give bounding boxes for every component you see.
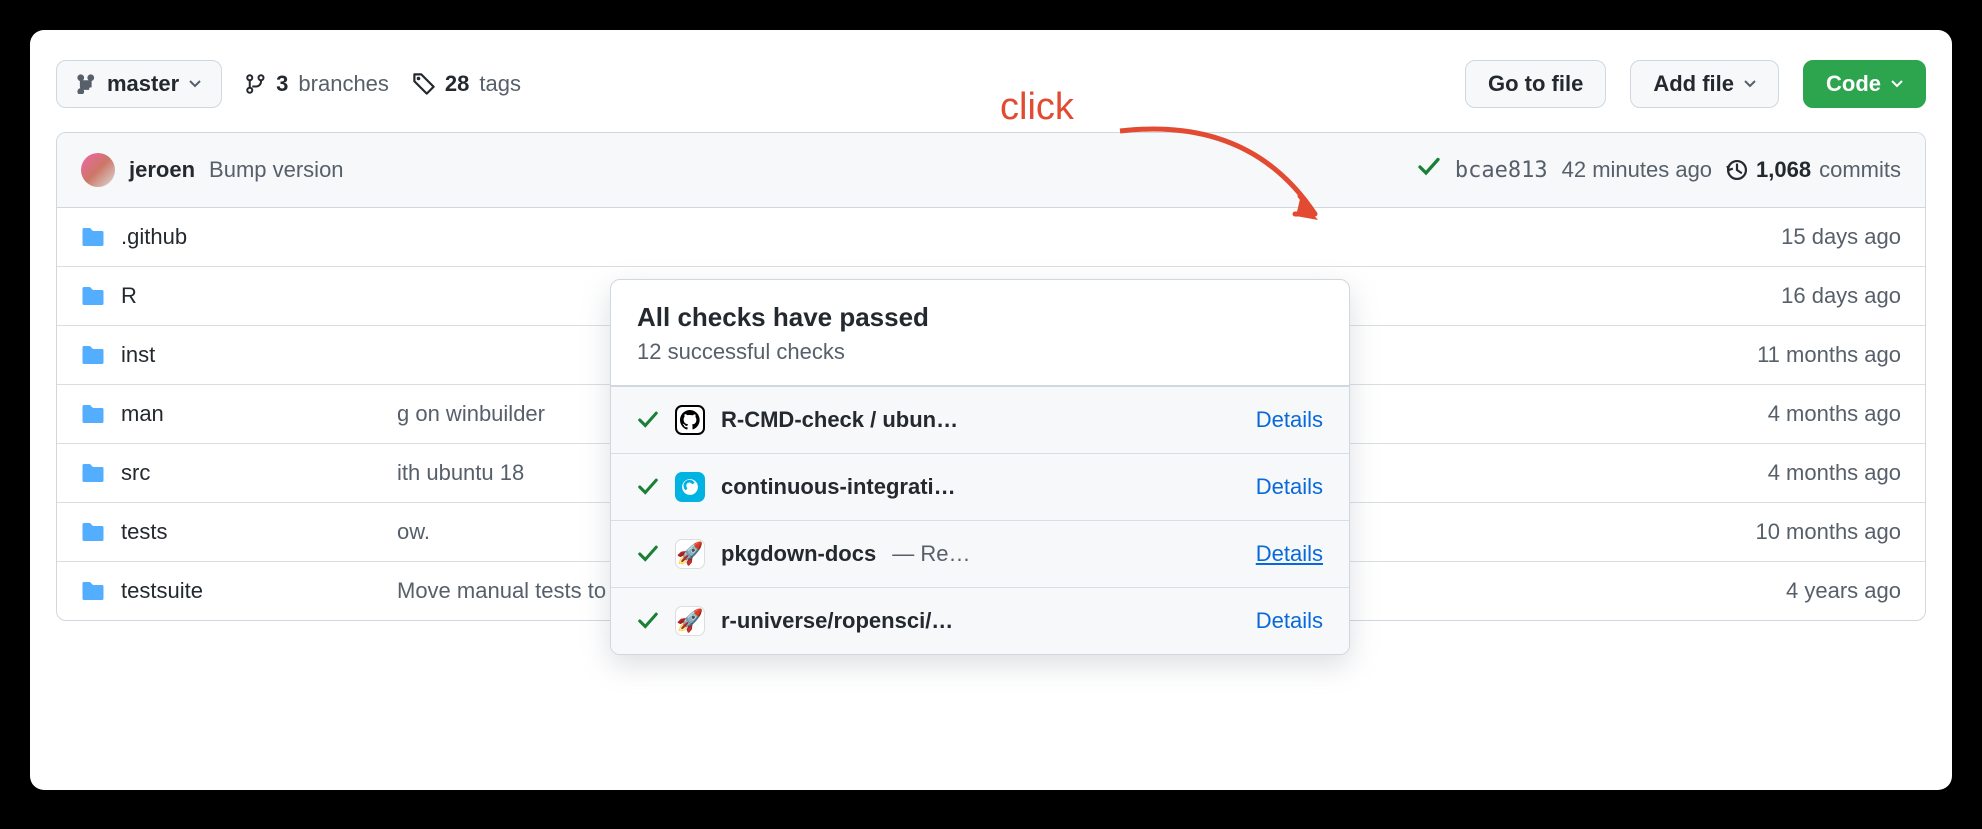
- tags-label: tags: [479, 71, 521, 97]
- folder-icon: [81, 285, 105, 307]
- commit-ago[interactable]: 42 minutes ago: [1562, 157, 1712, 183]
- folder-icon: [81, 344, 105, 366]
- check-details-link[interactable]: Details: [1256, 407, 1323, 433]
- file-ago[interactable]: 15 days ago: [1781, 224, 1901, 250]
- check-icon: [637, 610, 659, 632]
- folder-icon: [81, 521, 105, 543]
- folder-icon: [81, 226, 105, 248]
- branches-link[interactable]: 3 branches: [246, 71, 389, 97]
- check-icon: [637, 543, 659, 565]
- file-row: .github 15 days ago: [57, 208, 1925, 267]
- tag-icon: [413, 73, 435, 95]
- check-icon: [637, 476, 659, 498]
- file-ago[interactable]: 11 months ago: [1757, 342, 1901, 368]
- appveyor-logo-icon: [675, 472, 705, 502]
- file-ago[interactable]: 4 months ago: [1768, 401, 1901, 427]
- check-details-link[interactable]: Details: [1256, 474, 1323, 500]
- tags-count: 28: [445, 71, 469, 97]
- branch-name: master: [107, 71, 179, 97]
- checks-status-icon[interactable]: [1417, 155, 1441, 185]
- check-row: R-CMD-check / ubun… Details: [611, 386, 1349, 454]
- check-name: R-CMD-check / ubun…: [721, 407, 958, 433]
- latest-commit-row: jeroen Bump version bcae813 42 minutes a…: [57, 133, 1925, 208]
- caret-down-icon: [1891, 80, 1903, 88]
- check-row: 🚀 pkgdown-docs — Re… Details: [611, 521, 1349, 588]
- rocket-logo-icon: 🚀: [675, 539, 705, 569]
- caret-down-icon: [189, 80, 201, 88]
- file-ago[interactable]: 10 months ago: [1755, 519, 1901, 545]
- rocket-logo-icon: 🚀: [675, 606, 705, 636]
- check-name: continuous-integrati…: [721, 474, 956, 500]
- commit-author[interactable]: jeroen: [129, 157, 195, 183]
- folder-icon: [81, 580, 105, 602]
- checks-subtitle: 12 successful checks: [637, 339, 1323, 365]
- check-name: r-universe/ropensci/…: [721, 608, 953, 634]
- file-name-link[interactable]: R: [121, 283, 137, 308]
- git-branch-icon: [246, 73, 266, 95]
- code-label: Code: [1826, 71, 1881, 97]
- file-ago[interactable]: 16 days ago: [1781, 283, 1901, 309]
- branches-label: branches: [298, 71, 389, 97]
- tags-link[interactable]: 28 tags: [413, 71, 521, 97]
- commits-label: commits: [1819, 157, 1901, 183]
- check-name: pkgdown-docs: [721, 541, 876, 567]
- file-name-link[interactable]: man: [121, 401, 164, 426]
- github-logo-icon: [675, 405, 705, 435]
- commits-link[interactable]: 1,068 commits: [1726, 157, 1901, 183]
- history-icon: [1726, 159, 1748, 181]
- app-frame: click master 3 branches 28 tags Go to fi…: [30, 30, 1952, 790]
- branch-select-button[interactable]: master: [56, 60, 222, 108]
- check-icon: [637, 409, 659, 431]
- check-extra: — Re…: [892, 541, 970, 567]
- checks-title: All checks have passed: [637, 302, 1323, 333]
- check-details-link[interactable]: Details: [1256, 608, 1323, 634]
- git-branch-icon: [77, 74, 97, 94]
- branches-count: 3: [276, 71, 288, 97]
- file-name-link[interactable]: inst: [121, 342, 155, 367]
- commit-sha[interactable]: bcae813: [1455, 158, 1548, 183]
- file-name-link[interactable]: src: [121, 460, 150, 485]
- file-ago[interactable]: 4 months ago: [1768, 460, 1901, 486]
- commit-message[interactable]: Bump version: [209, 157, 344, 183]
- folder-icon: [81, 403, 105, 425]
- caret-down-icon: [1744, 80, 1756, 88]
- goto-file-button[interactable]: Go to file: [1465, 60, 1606, 108]
- checks-popover: All checks have passed 12 successful che…: [610, 279, 1350, 655]
- goto-file-label: Go to file: [1488, 71, 1583, 97]
- check-details-link[interactable]: Details: [1256, 541, 1323, 567]
- file-name-link[interactable]: tests: [121, 519, 167, 544]
- commits-count: 1,068: [1756, 157, 1811, 183]
- avatar[interactable]: [81, 153, 115, 187]
- add-file-button[interactable]: Add file: [1630, 60, 1779, 108]
- file-name-link[interactable]: testsuite: [121, 578, 203, 603]
- add-file-label: Add file: [1653, 71, 1734, 97]
- file-ago[interactable]: 4 years ago: [1786, 578, 1901, 604]
- folder-icon: [81, 462, 105, 484]
- check-row: continuous-integrati… Details: [611, 454, 1349, 521]
- repo-toolbar: master 3 branches 28 tags Go to file Add…: [56, 60, 1926, 108]
- checks-popover-header: All checks have passed 12 successful che…: [611, 280, 1349, 386]
- check-row: 🚀 r-universe/ropensci/… Details: [611, 588, 1349, 654]
- file-name-link[interactable]: .github: [121, 224, 187, 249]
- code-button[interactable]: Code: [1803, 60, 1926, 108]
